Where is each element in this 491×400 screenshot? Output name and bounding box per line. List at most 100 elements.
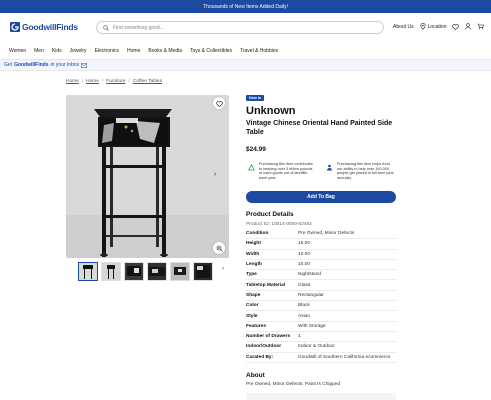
- spec-key: Type: [246, 272, 257, 278]
- next-image-chevron-right-icon[interactable]: ›: [214, 171, 216, 178]
- spec-row: Condition Pre Owned, Minor Defects: [246, 229, 396, 240]
- nav-item-toys-collectibles[interactable]: Toys & Collectibles: [190, 48, 232, 54]
- search-icon: [103, 24, 109, 31]
- search-input[interactable]: [113, 24, 373, 31]
- spec-key: Curated By:: [246, 354, 274, 360]
- thumbnail[interactable]: [78, 262, 98, 281]
- product-details-heading: Product Details: [246, 211, 294, 218]
- thumbnail[interactable]: [147, 262, 167, 281]
- site-header: GoodwillFinds About Us Location: [0, 13, 491, 43]
- nav-item-travel-hobbies[interactable]: Travel & Hobbies: [240, 48, 278, 54]
- thumbnail[interactable]: [101, 262, 121, 281]
- spec-key: Number of Drawers: [246, 334, 291, 340]
- promo-banner: Thousands of New Items Added Daily!: [0, 0, 491, 13]
- category-nav: Women Men Kids Jewelry Electronics Home …: [0, 45, 491, 57]
- breadcrumb-coffee-tables[interactable]: Coffee Tables: [133, 79, 162, 84]
- impact-landfill-text: Purchasing this item contributes to keep…: [259, 162, 313, 180]
- thumbnail[interactable]: [170, 262, 190, 281]
- spec-row: Number of Drawers 1: [246, 332, 396, 343]
- promo-text: Thousands of New Items Added Daily!: [203, 3, 288, 10]
- spec-row: Height 16.00: [246, 239, 396, 250]
- heart-icon[interactable]: [452, 23, 460, 30]
- favorite-button[interactable]: [213, 97, 225, 109]
- logo-icon: [10, 22, 20, 32]
- spec-row: Color Black: [246, 301, 396, 312]
- spec-row: Width 10.00: [246, 250, 396, 260]
- heart-icon: [215, 94, 223, 112]
- zoom-icon: [216, 239, 223, 257]
- breadcrumb-separator: /: [128, 79, 130, 84]
- impact-jobs: Purchasing this item helps fund our abil…: [326, 162, 396, 180]
- spec-value: 16.00: [298, 241, 311, 247]
- spec-key: Indoor/Outdoor: [246, 344, 282, 350]
- nav-item-kids[interactable]: Kids: [52, 48, 62, 54]
- location-pin-icon: [420, 23, 426, 30]
- add-to-bag-button[interactable]: Add To Bag: [246, 191, 396, 203]
- spec-row: Indoor/Outdoor Indoor & Outdoor: [246, 342, 396, 353]
- nav-item-electronics[interactable]: Electronics: [95, 48, 119, 54]
- spec-value: Asian: [298, 313, 310, 319]
- breadcrumb-home-category[interactable]: Home: [86, 79, 99, 84]
- breadcrumb-separator: /: [81, 79, 84, 84]
- mail-icon: [81, 62, 88, 68]
- nav-item-women[interactable]: Women: [9, 48, 26, 54]
- spec-row: Type Nightstand: [246, 270, 396, 281]
- nav-item-jewelry[interactable]: Jewelry: [70, 48, 87, 54]
- about-extra-panel: [246, 393, 396, 400]
- zoom-button[interactable]: [213, 242, 225, 254]
- breadcrumb-separator: /: [101, 79, 104, 84]
- inbox-suffix: in your Inbox: [50, 62, 80, 68]
- location-label: Location: [427, 23, 447, 30]
- breadcrumb: Home / Home / Furniture / Coffee Tables: [66, 79, 162, 84]
- spec-key: Features: [246, 323, 266, 329]
- spec-value: Glass: [298, 282, 311, 288]
- product-price: $24.99: [246, 146, 266, 153]
- spec-value: Pre Owned, Minor Defects: [298, 231, 355, 237]
- cart-icon[interactable]: [477, 23, 485, 30]
- thumbnail[interactable]: [124, 262, 144, 281]
- about-text: Pre Owned, Minor Defects. Paint Is Chipp…: [246, 382, 341, 387]
- spec-key: Style: [246, 313, 258, 319]
- impact-jobs-text: Purchasing this item helps fund our abil…: [337, 162, 394, 180]
- spec-row: Style Asian: [246, 311, 396, 322]
- nav-item-books-media[interactable]: Books & Media: [148, 48, 182, 54]
- about-heading: About: [246, 372, 265, 379]
- spec-key: Color: [246, 303, 259, 309]
- logo[interactable]: GoodwillFinds: [10, 21, 78, 33]
- spec-row: Features With Storage: [246, 322, 396, 332]
- product-title: Vintage Chinese Oriental Hand Painted Si…: [246, 120, 393, 136]
- spec-value: Indoor & Outdoor: [298, 344, 335, 350]
- thumbnails-chevron-right-icon[interactable]: ›: [222, 266, 224, 272]
- spec-value: Nightstand: [298, 272, 321, 278]
- spec-key: Condition: [246, 231, 269, 237]
- spec-row: Shape Rectangular: [246, 291, 396, 302]
- spec-value: 10.00: [298, 251, 311, 257]
- user-icon[interactable]: [465, 23, 472, 30]
- impact-landfill: Purchasing this item contributes to keep…: [248, 162, 316, 180]
- product-brand: Unknown: [246, 105, 296, 117]
- breadcrumb-home[interactable]: Home: [66, 79, 79, 84]
- recycle-icon: [248, 163, 255, 171]
- location-link[interactable]: Location: [420, 23, 447, 30]
- nav-item-men[interactable]: Men: [34, 48, 44, 54]
- new-in-badge: New In: [246, 95, 265, 101]
- spec-value: Goodwill of Southern California ecommerc…: [298, 354, 391, 360]
- product-spec-table: Condition Pre Owned, Minor Defects Height…: [246, 229, 396, 363]
- spec-key: Width: [246, 251, 260, 257]
- inbox-brand: GoodwillFinds: [14, 62, 49, 68]
- spec-row: Tabletop Material Glass: [246, 280, 396, 291]
- thumbnail[interactable]: [193, 262, 213, 281]
- about-us-link[interactable]: About Us: [393, 24, 414, 30]
- spec-value: 1: [298, 334, 301, 340]
- product-main-image[interactable]: [66, 95, 229, 258]
- person-icon: [326, 164, 333, 171]
- newsletter-bar[interactable]: Get GoodwillFinds in your Inbox: [0, 60, 491, 71]
- spec-value: Rectangular: [298, 292, 324, 298]
- header-links: About Us Location: [393, 23, 485, 30]
- spec-key: Shape: [246, 292, 261, 298]
- spec-value: With Storage: [298, 323, 326, 329]
- search-bar[interactable]: [96, 21, 384, 34]
- nav-item-home[interactable]: Home: [127, 48, 140, 54]
- breadcrumb-furniture[interactable]: Furniture: [106, 79, 125, 84]
- logo-text: GoodwillFinds: [22, 22, 78, 32]
